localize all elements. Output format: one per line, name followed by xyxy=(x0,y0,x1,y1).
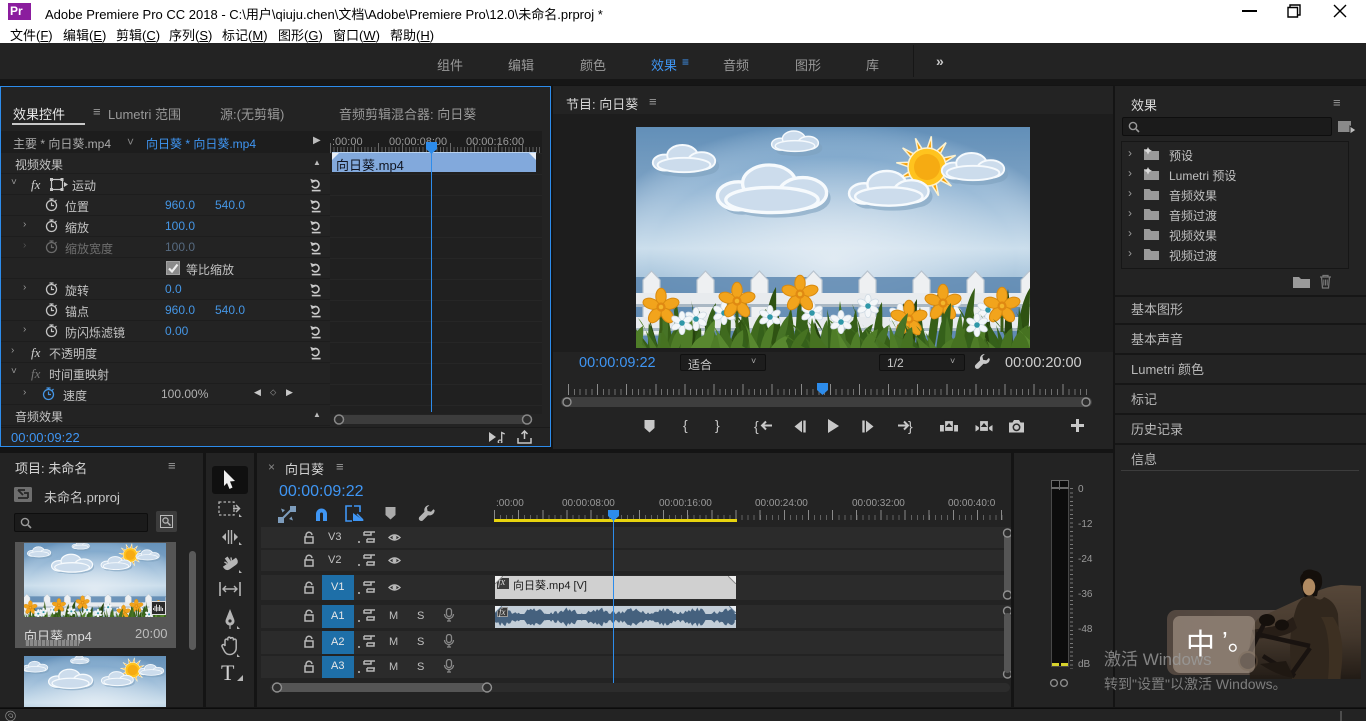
svg-text:{: { xyxy=(754,418,759,434)
svg-text:’。: ’。 xyxy=(1222,626,1254,656)
